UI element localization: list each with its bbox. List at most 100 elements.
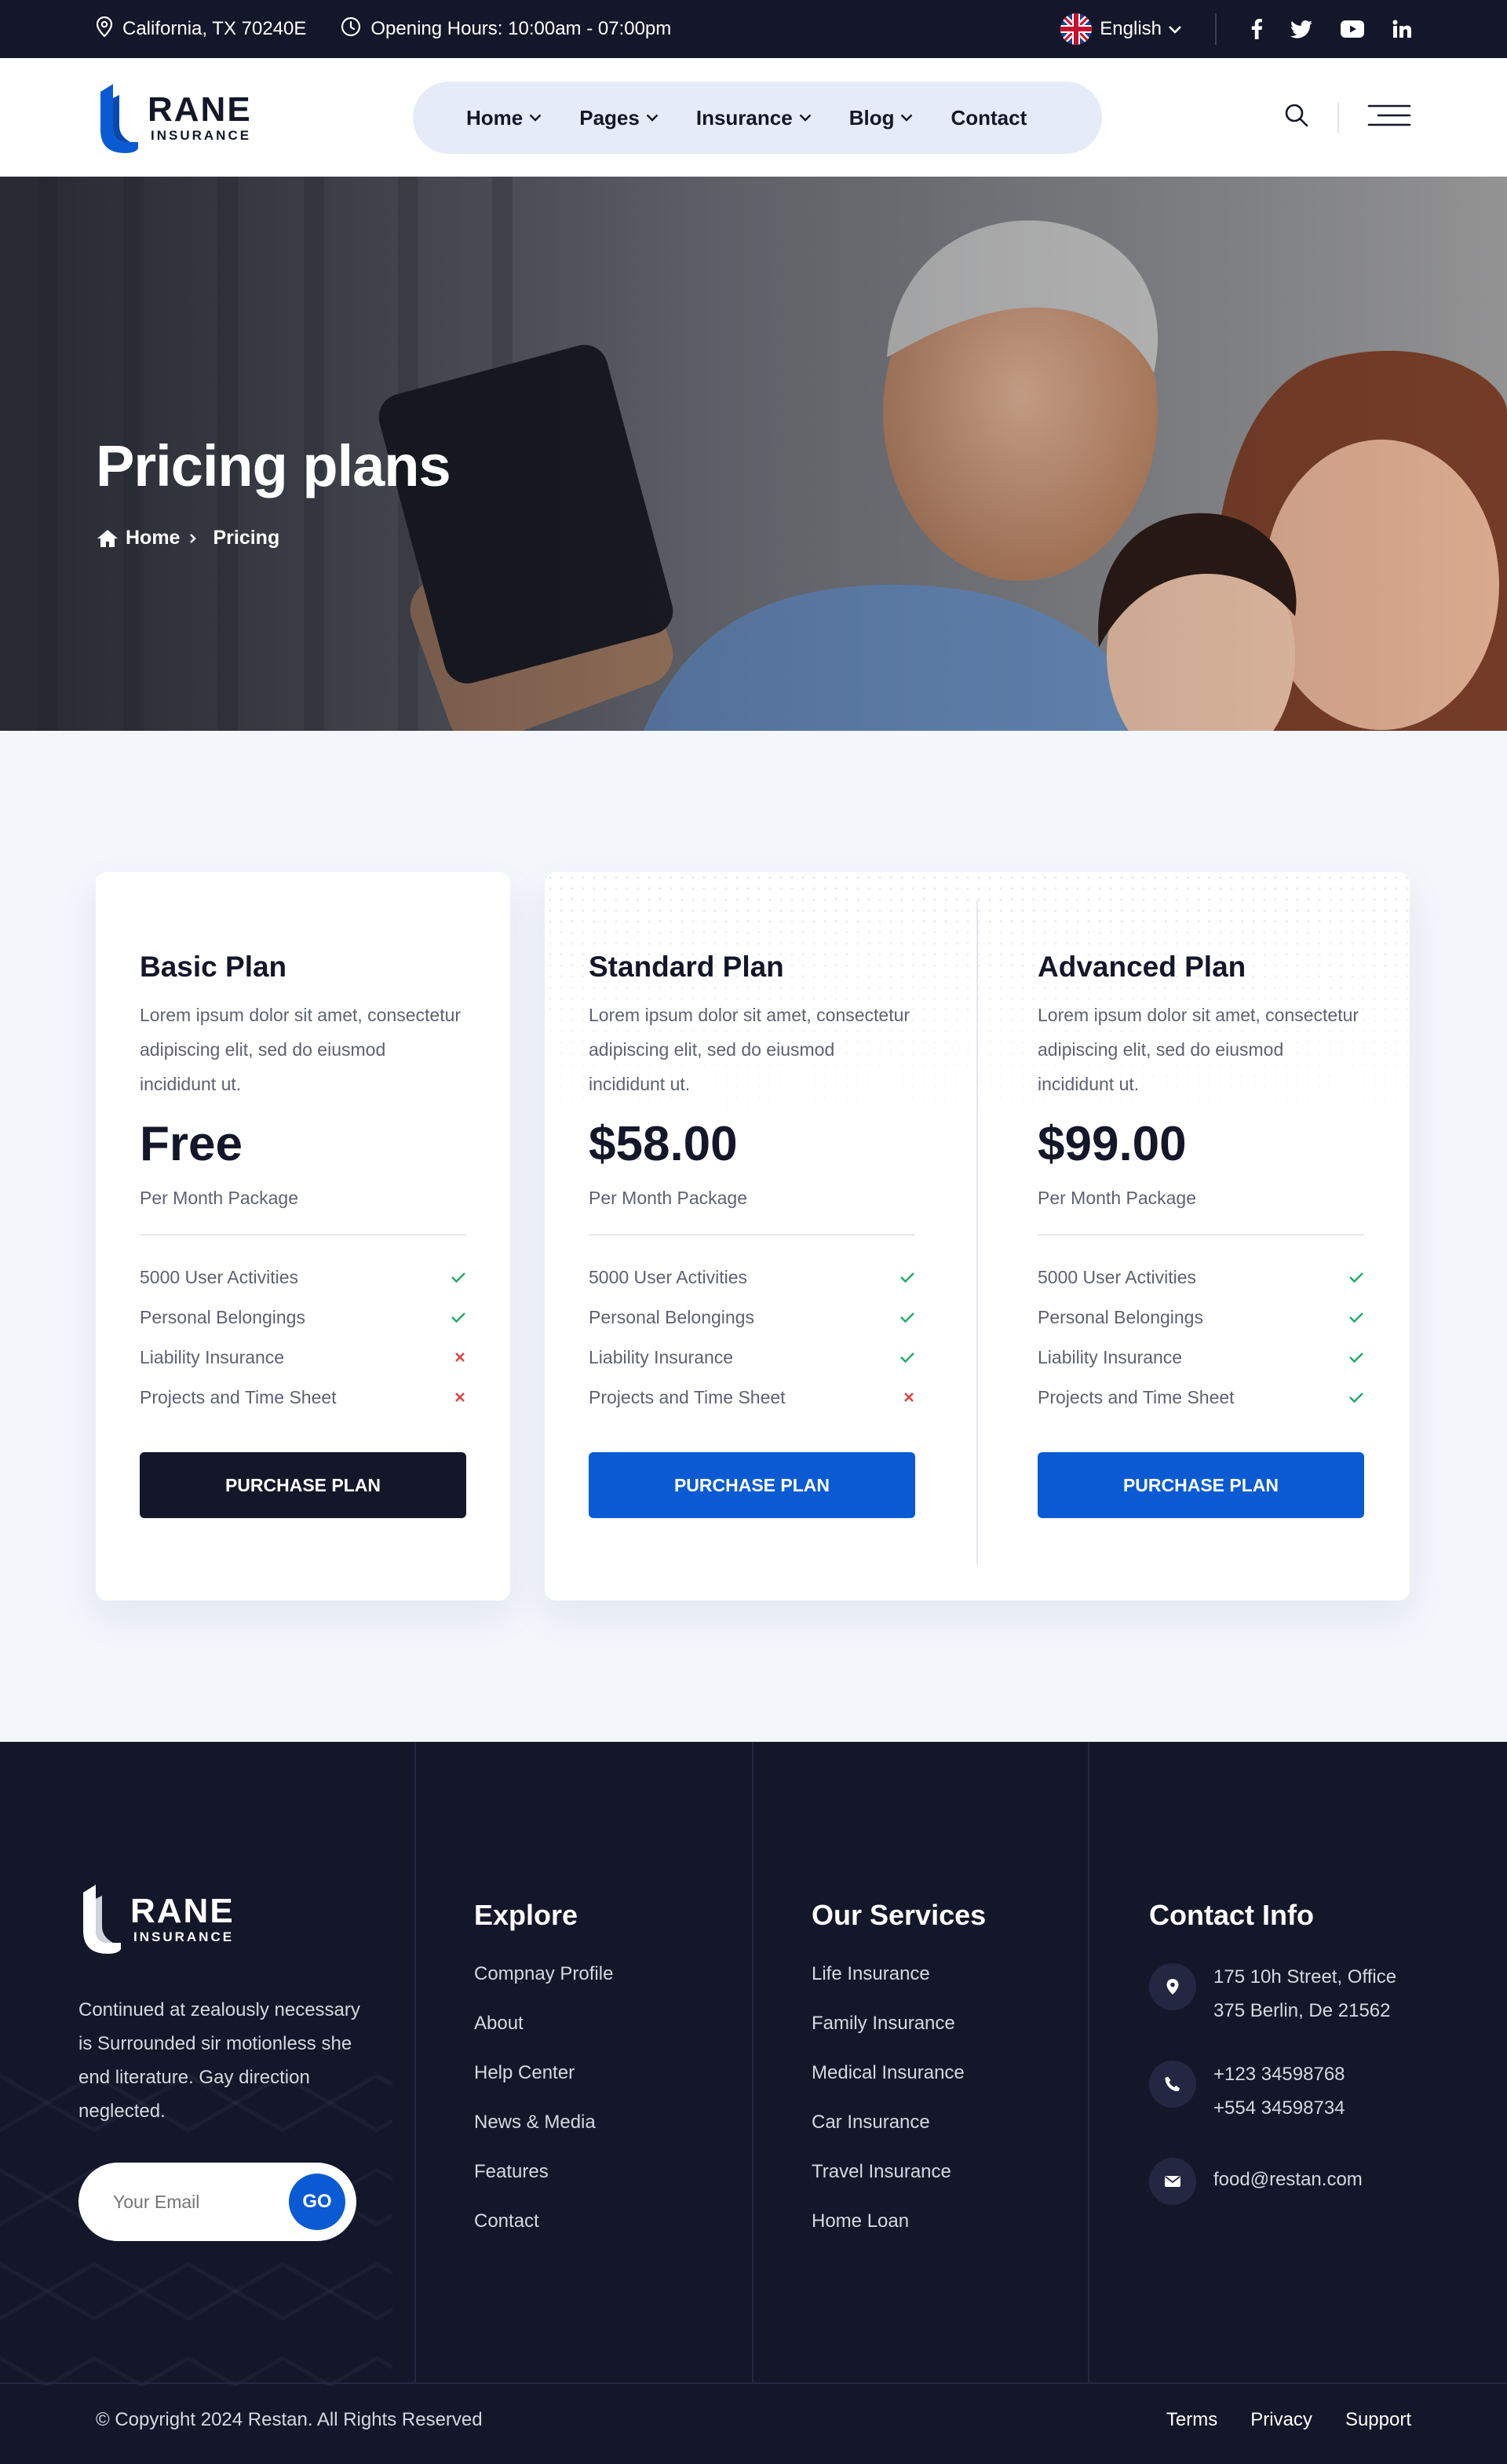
feature-label: Projects and Time Sheet	[140, 1387, 337, 1407]
feature-label: Personal Belongings	[589, 1307, 754, 1327]
subscribe-button[interactable]: GO	[289, 2174, 345, 2230]
footer-link[interactable]: Compnay Profile	[474, 1963, 613, 2013]
footer-link[interactable]: News & Media	[474, 2112, 613, 2161]
newsletter-form: GO	[78, 2163, 356, 2241]
feature-label: Liability Insurance	[589, 1347, 734, 1367]
footer-link[interactable]: Contact	[474, 2210, 613, 2260]
header-actions	[1284, 58, 1411, 177]
purchase-plan-button[interactable]: PURCHASE PLAN	[140, 1452, 466, 1518]
youtube-icon[interactable]	[1341, 20, 1364, 38]
header-divider	[1337, 101, 1339, 133]
nav-item-contact[interactable]: Contact	[951, 106, 1027, 130]
email-input[interactable]	[113, 2191, 270, 2213]
footer-heading: Contact Info	[1149, 1899, 1314, 1931]
footer-link[interactable]: Life Insurance	[812, 1963, 986, 2013]
linkedin-icon[interactable]	[1392, 20, 1411, 38]
phone-number[interactable]: +123 34598768	[1213, 2057, 1345, 2091]
check-icon	[451, 1307, 466, 1328]
check-icon	[1348, 1387, 1364, 1408]
footer-link[interactable]: About	[474, 2013, 613, 2062]
page-hero: Pricing plans Home Pricing	[0, 177, 1507, 731]
feature-item: Liability Insurance	[140, 1338, 466, 1378]
email-address[interactable]: food@restan.com	[1213, 2163, 1363, 2196]
site-footer: RANE INSURANCE Continued at zealously ne…	[0, 1742, 1507, 2464]
feature-label: 5000 User Activities	[1038, 1267, 1196, 1287]
check-icon	[899, 1267, 915, 1288]
check-icon	[1348, 1267, 1364, 1288]
nav-item-blog[interactable]: Blog	[849, 106, 914, 130]
chevron-down-icon	[646, 114, 659, 122]
menu-icon[interactable]	[1367, 104, 1411, 131]
contact-list: 175 10h Street, Office 375 Berlin, De 21…	[1149, 1963, 1396, 2205]
plan-basic: Basic Plan Lorem ipsum dolor sit amet, c…	[140, 951, 466, 1518]
feature-item: 5000 User Activities	[589, 1258, 915, 1298]
feature-label: Projects and Time Sheet	[1038, 1387, 1235, 1407]
contact-phone: +123 34598768 +554 34598734	[1149, 2061, 1396, 2125]
footer-explore: Explore Compnay Profile About Help Cente…	[474, 1882, 613, 2260]
plan-price: $99.00	[1038, 1117, 1187, 1171]
logo-name: RANE	[148, 90, 252, 129]
pricing-card-group: Standard Plan Lorem ipsum dolor sit amet…	[545, 872, 1410, 1601]
support-link[interactable]: Support	[1345, 2409, 1411, 2431]
plan-price: Free	[140, 1117, 243, 1171]
footer-bottom-links: Terms Privacy Support	[1133, 2409, 1411, 2431]
pricing-card-basic: Basic Plan Lorem ipsum dolor sit amet, c…	[96, 872, 510, 1601]
nav-item-pages[interactable]: Pages	[579, 106, 659, 130]
social-links	[1251, 19, 1411, 39]
feature-item: 5000 User Activities	[1038, 1258, 1364, 1298]
feature-list: 5000 User Activities Personal Belongings…	[589, 1258, 915, 1418]
language-selector[interactable]: English	[1060, 13, 1182, 45]
top-bar: California, TX 70240E Opening Hours: 10:…	[0, 0, 1507, 58]
breadcrumb-home[interactable]: Home	[126, 527, 180, 549]
terms-link[interactable]: Terms	[1166, 2409, 1217, 2431]
footer-link[interactable]: Home Loan	[812, 2210, 986, 2260]
plan-period: Per Month Package	[1038, 1188, 1197, 1208]
feature-label: 5000 User Activities	[589, 1267, 747, 1287]
map-pin-icon	[96, 16, 122, 42]
site-logo[interactable]: RANE INSURANCE	[96, 81, 410, 155]
footer-link[interactable]: Features	[474, 2161, 613, 2210]
column-divider	[1088, 1742, 1089, 2382]
logo-mark-icon	[100, 83, 138, 153]
plan-description: Lorem ipsum dolor sit amet, consectetur …	[1038, 1005, 1359, 1094]
feature-item: Liability Insurance	[589, 1338, 915, 1378]
plan-description: Lorem ipsum dolor sit amet, consectetur …	[140, 1005, 462, 1094]
logo-name: RANE	[130, 1891, 235, 1930]
privacy-link[interactable]: Privacy	[1250, 2409, 1312, 2431]
footer-link[interactable]: Medical Insurance	[812, 2062, 986, 2112]
footer-link[interactable]: Car Insurance	[812, 2112, 986, 2161]
feature-label: Liability Insurance	[1038, 1347, 1183, 1367]
footer-logo[interactable]: RANE INSURANCE	[78, 1882, 392, 1955]
footer-link[interactable]: Help Center	[474, 2062, 613, 2112]
twitter-icon[interactable]	[1290, 20, 1312, 38]
copyright-text: © Copyright 2024 Restan. All Rights Rese…	[96, 2409, 483, 2430]
divider	[1038, 1234, 1364, 1236]
location-text: California, TX 70240E	[122, 18, 307, 39]
feature-list: 5000 User Activities Personal Belongings…	[1038, 1258, 1364, 1418]
footer-link-list: Life Insurance Family Insurance Medical …	[812, 1963, 986, 2260]
footer-about-text: Continued at zealously necessary is Surr…	[78, 1999, 360, 2122]
feature-label: 5000 User Activities	[140, 1267, 298, 1287]
footer-contact: Contact Info 175 10h Street, Office 375 …	[1149, 1882, 1396, 2238]
phone-number[interactable]: +554 34598734	[1213, 2091, 1345, 2125]
divider	[140, 1234, 466, 1236]
footer-link[interactable]: Family Insurance	[812, 2013, 986, 2062]
column-divider	[752, 1742, 754, 2382]
logo-tagline: INSURANCE	[133, 1929, 235, 1944]
logo-tagline: INSURANCE	[151, 128, 252, 143]
uk-flag-icon	[1060, 13, 1093, 45]
purchase-plan-button[interactable]: PURCHASE PLAN	[1038, 1452, 1364, 1518]
logo-mark-icon	[83, 1885, 121, 1954]
purchase-plan-button[interactable]: PURCHASE PLAN	[589, 1452, 915, 1518]
footer-link[interactable]: Travel Insurance	[812, 2161, 986, 2210]
feature-label: Personal Belongings	[1038, 1307, 1203, 1327]
nav-item-insurance[interactable]: Insurance	[696, 106, 812, 130]
nav-item-home[interactable]: Home	[466, 106, 542, 130]
facebook-icon[interactable]	[1251, 19, 1262, 39]
search-icon[interactable]	[1284, 103, 1309, 132]
plan-period: Per Month Package	[140, 1188, 299, 1208]
topbar-divider	[1215, 13, 1217, 45]
feature-item: Personal Belongings	[140, 1298, 466, 1338]
nav-item-label: Blog	[848, 105, 895, 130]
address-line: 375 Berlin, De 21562	[1213, 2000, 1391, 2021]
